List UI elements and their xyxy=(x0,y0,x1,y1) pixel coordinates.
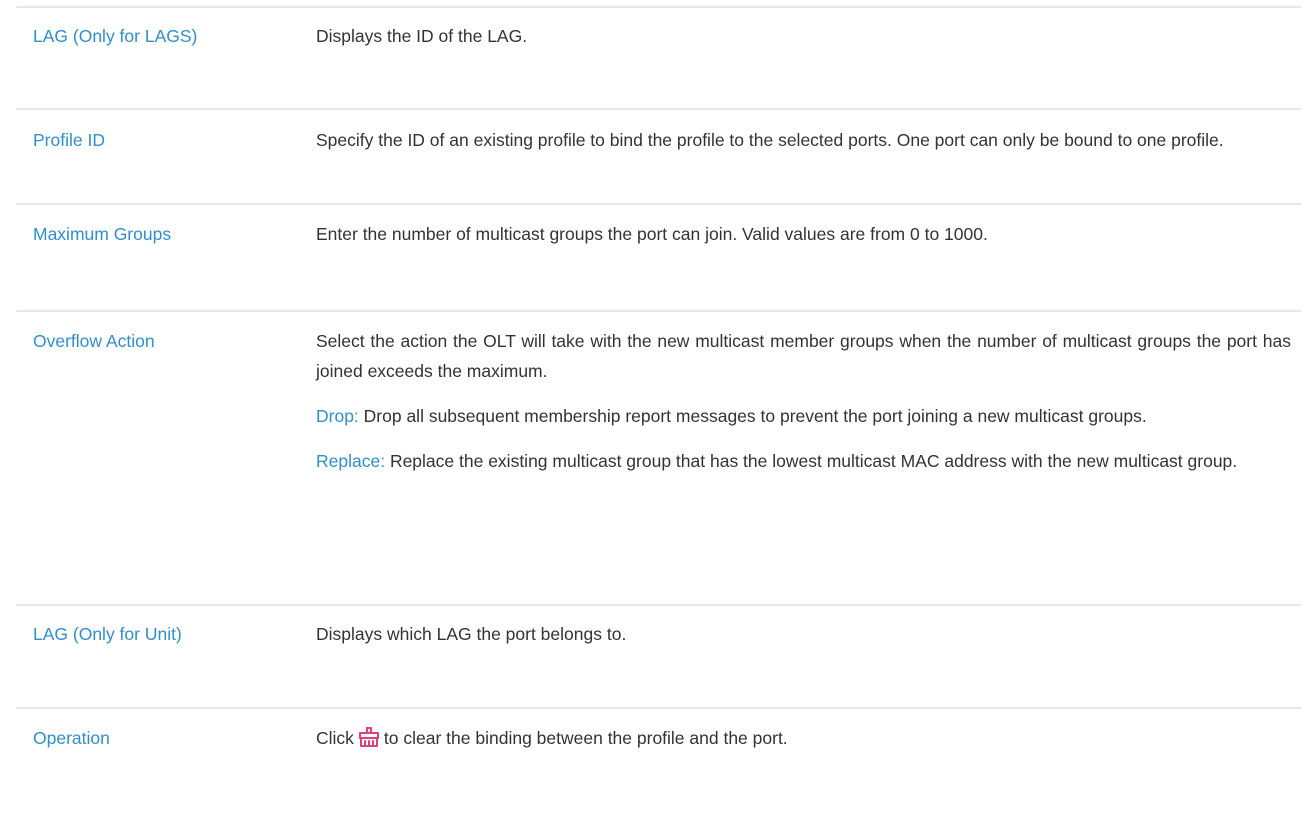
table-row: Maximum Groups Enter the number of multi… xyxy=(16,203,1301,310)
row-description-text: Specify the ID of an existing profile to… xyxy=(316,130,1224,150)
row-description-text: Select the action the OLT will take with… xyxy=(316,331,1291,381)
option-name: Drop: xyxy=(316,406,359,426)
text-before-icon: Click xyxy=(316,728,354,748)
clear-binding-icon xyxy=(358,726,380,757)
table-row: Operation Click to clear the binding betw… xyxy=(16,707,1301,802)
table-row: Profile ID Specify the ID of an existing… xyxy=(16,108,1301,203)
option-name: Replace: xyxy=(316,451,386,471)
row-description-text: Enter the number of multicast groups the… xyxy=(316,224,988,244)
row-description-text: Displays the ID of the LAG. xyxy=(316,26,528,46)
row-description-text: Displays which LAG the port belongs to. xyxy=(316,624,627,644)
row-description-text: Click to clear the binding between the pr… xyxy=(316,723,1291,757)
option-text: Replace the existing multicast group tha… xyxy=(385,451,1238,471)
text-after-icon: to clear the binding between the profile… xyxy=(383,728,788,748)
row-description: Click to clear the binding between the pr… xyxy=(316,723,1301,802)
row-description: Enter the number of multicast groups the… xyxy=(316,219,1301,310)
row-description: Select the action the OLT will take with… xyxy=(316,326,1301,604)
table-row: Overflow Action Select the action the OL… xyxy=(16,310,1301,604)
row-term: Overflow Action xyxy=(33,331,155,351)
row-term: Operation xyxy=(33,728,110,748)
row-description: Displays which LAG the port belongs to. xyxy=(316,619,1301,707)
row-term: Profile ID xyxy=(33,130,105,150)
row-term: LAG (Only for LAGS) xyxy=(33,26,198,46)
option-text: Drop all subsequent membership report me… xyxy=(358,406,1147,426)
parameter-table: LAG (Only for LAGS) Displays the ID of t… xyxy=(16,6,1301,802)
row-description: Displays the ID of the LAG. xyxy=(316,21,1301,108)
row-description: Specify the ID of an existing profile to… xyxy=(316,125,1301,203)
row-term: Maximum Groups xyxy=(33,224,172,244)
option-drop: Drop: Drop all subsequent membership rep… xyxy=(316,401,1291,431)
table-row: LAG (Only for Unit) Displays which LAG t… xyxy=(16,604,1301,707)
option-replace: Replace: Replace the existing multicast … xyxy=(316,446,1291,476)
row-term: LAG (Only for Unit) xyxy=(33,624,182,644)
table-row: LAG (Only for LAGS) Displays the ID of t… xyxy=(16,6,1301,108)
